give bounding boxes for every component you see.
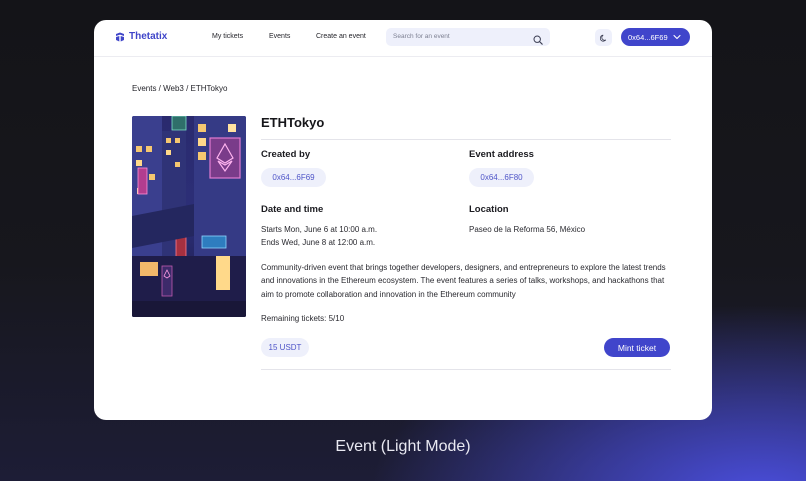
price-badge: 15 USDT (261, 338, 309, 357)
brand-logo[interactable]: Thetatix (115, 31, 167, 42)
event-description: Community-driven event that brings toget… (261, 263, 666, 299)
location-label: Location (469, 204, 509, 215)
search-placeholder: Search for an event (393, 33, 450, 40)
event-location: Paseo de la Reforma 56, México (469, 225, 586, 234)
event-start: Starts Mon, June 6 at 10:00 a.m. (261, 225, 378, 234)
title-divider (261, 139, 671, 140)
wallet-button[interactable]: 0x64...6F69 (621, 28, 690, 46)
nav-link-my-tickets[interactable]: My tickets (212, 33, 243, 40)
moon-icon (599, 29, 608, 47)
nav-link-create-event[interactable]: Create an event (316, 33, 366, 40)
wallet-address: 0x64...6F69 (628, 32, 668, 42)
thetatix-logo-icon (115, 32, 125, 42)
mint-ticket-button[interactable]: Mint ticket (604, 338, 670, 357)
event-address-pill[interactable]: 0x64...6F80 (469, 168, 534, 187)
search-input[interactable]: Search for an event (386, 28, 550, 46)
theme-toggle-button[interactable] (595, 29, 612, 46)
chevron-down-icon (673, 33, 681, 42)
screen-caption: Event (Light Mode) (335, 438, 471, 455)
created-by-label: Created by (261, 149, 311, 160)
date-time-label: Date and time (261, 204, 324, 215)
brand-name: Thetatix (129, 31, 168, 42)
remaining-tickets: Remaining tickets: 5/10 (261, 314, 345, 323)
event-cover-image (132, 116, 246, 317)
creator-address-pill[interactable]: 0x64...6F69 (261, 168, 326, 187)
event-end: Ends Wed, June 8 at 12:00 a.m. (261, 238, 376, 247)
nav-link-events[interactable]: Events (269, 33, 290, 40)
event-card: Thetatix My tickets Events Create an eve… (94, 20, 712, 420)
search-icon (533, 32, 543, 50)
event-title: ETHTokyo (261, 115, 325, 130)
top-navbar: Thetatix My tickets Events Create an eve… (94, 20, 712, 57)
bottom-divider (261, 369, 671, 370)
breadcrumb[interactable]: Events / Web3 / ETHTokyo (132, 84, 227, 93)
event-address-label: Event address (469, 149, 534, 160)
